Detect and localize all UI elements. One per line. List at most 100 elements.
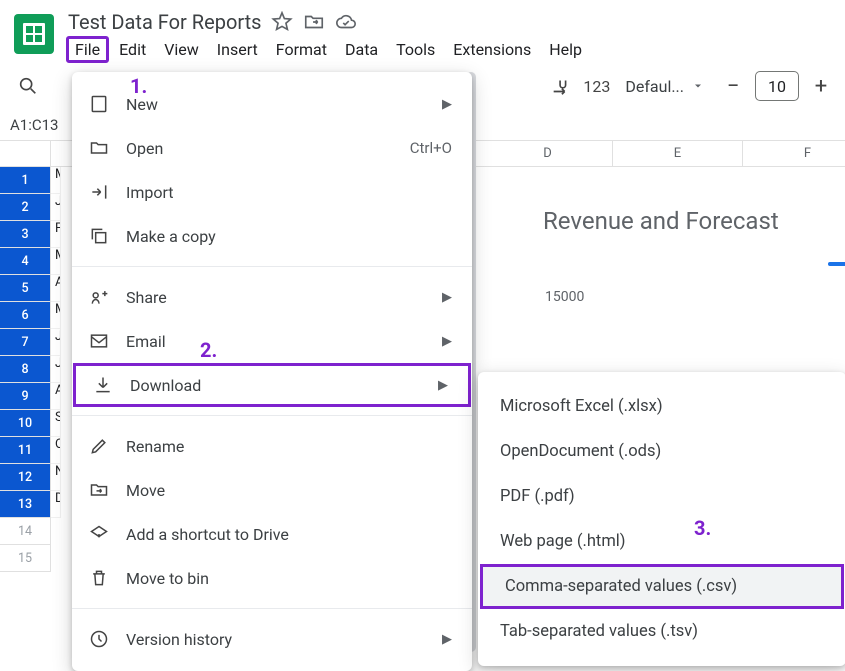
- doc-title[interactable]: Test Data For Reports: [68, 10, 261, 34]
- decrease-decimal-icon[interactable]: [547, 72, 575, 100]
- menu-label: Move to bin: [126, 569, 452, 588]
- row-header[interactable]: 8: [0, 356, 50, 383]
- menu-shortcut: Ctrl+O: [410, 139, 452, 157]
- row-header[interactable]: 4: [0, 248, 50, 275]
- row-header[interactable]: 6: [0, 302, 50, 329]
- row-header[interactable]: 14: [0, 518, 50, 545]
- folder-icon: [88, 137, 110, 159]
- row-header[interactable]: 11: [0, 437, 50, 464]
- submenu-arrow-icon: ▶: [442, 97, 452, 112]
- cell[interactable]: J: [51, 194, 61, 221]
- shortcut-icon: [88, 523, 110, 545]
- menu-extensions[interactable]: Extensions: [445, 36, 539, 63]
- cell[interactable]: N: [51, 464, 61, 491]
- submenu-arrow-icon: ▶: [438, 378, 448, 393]
- menu-label: Rename: [126, 437, 452, 456]
- font-dropdown[interactable]: Defaul...: [618, 72, 711, 101]
- cell[interactable]: J: [51, 356, 61, 383]
- row-header[interactable]: 1: [0, 167, 50, 194]
- download-icon: [92, 374, 114, 396]
- menu-help[interactable]: Help: [541, 36, 590, 63]
- menu-email[interactable]: Email ▶: [72, 319, 472, 363]
- cell[interactable]: M: [51, 167, 61, 194]
- menu-label: Move: [126, 481, 452, 500]
- row-header[interactable]: 3: [0, 221, 50, 248]
- menu-share[interactable]: Share ▶: [72, 275, 472, 319]
- menu-move-to-bin[interactable]: Move to bin: [72, 556, 472, 600]
- submenu-arrow-icon: ▶: [442, 334, 452, 349]
- row-header[interactable]: 7: [0, 329, 50, 356]
- row-header[interactable]: 13: [0, 491, 50, 518]
- cell[interactable]: S: [51, 410, 61, 437]
- menu-version-history[interactable]: Version history ▶: [72, 617, 472, 661]
- move-icon: [88, 479, 110, 501]
- menu-label: Download: [130, 376, 422, 395]
- decrease-size-icon[interactable]: −: [719, 72, 747, 100]
- cell[interactable]: A: [51, 383, 61, 410]
- row-header[interactable]: 2: [0, 194, 50, 221]
- download-tsv[interactable]: Tab-separated values (.tsv): [478, 609, 845, 654]
- col-header[interactable]: F: [743, 141, 845, 166]
- cell[interactable]: M: [51, 248, 61, 275]
- menu-make-copy[interactable]: Make a copy: [72, 214, 472, 258]
- sheets-logo[interactable]: [14, 14, 54, 54]
- row-header[interactable]: 5: [0, 275, 50, 302]
- menubar: File Edit View Insert Format Data Tools …: [60, 34, 590, 67]
- menu-insert[interactable]: Insert: [209, 36, 266, 63]
- menu-format[interactable]: Format: [268, 36, 335, 63]
- row-header[interactable]: 10: [0, 410, 50, 437]
- menu-label: New: [126, 95, 426, 114]
- menu-label: Version history: [126, 630, 426, 649]
- cell[interactable]: F: [51, 221, 61, 248]
- move-folder-icon[interactable]: [303, 11, 325, 33]
- format-number[interactable]: 123: [583, 77, 610, 96]
- download-html[interactable]: Web page (.html): [478, 519, 845, 564]
- download-pdf[interactable]: PDF (.pdf): [478, 474, 845, 519]
- cell[interactable]: M: [51, 302, 61, 329]
- cell[interactable]: D: [51, 491, 61, 518]
- menu-add-shortcut[interactable]: Add a shortcut to Drive: [72, 512, 472, 556]
- chart-y-tick: 15000: [543, 289, 845, 305]
- download-csv[interactable]: Comma-separated values (.csv): [480, 564, 844, 609]
- menu-move[interactable]: Move: [72, 468, 472, 512]
- callout-1: 1.: [130, 74, 147, 98]
- download-xlsx[interactable]: Microsoft Excel (.xlsx): [478, 384, 845, 429]
- new-doc-icon: [88, 93, 110, 115]
- callout-3: 3.: [694, 516, 711, 540]
- cell[interactable]: J: [51, 329, 61, 356]
- select-all[interactable]: [0, 141, 50, 167]
- rename-icon: [88, 435, 110, 457]
- cell[interactable]: A: [51, 275, 61, 302]
- legend-swatch: [828, 262, 845, 266]
- menu-tools[interactable]: Tools: [388, 36, 443, 63]
- history-icon: [88, 628, 110, 650]
- search-icon[interactable]: [14, 72, 42, 100]
- star-icon[interactable]: [271, 11, 293, 33]
- increase-size-icon[interactable]: +: [807, 72, 835, 100]
- menu-import[interactable]: Import: [72, 170, 472, 214]
- row-header[interactable]: 12: [0, 464, 50, 491]
- menu-label: Email: [126, 332, 426, 351]
- chart-title: Revenue and Forecast: [543, 207, 845, 235]
- row-header[interactable]: 9: [0, 383, 50, 410]
- menu-edit[interactable]: Edit: [111, 36, 154, 63]
- copy-icon: [88, 225, 110, 247]
- menu-view[interactable]: View: [156, 36, 207, 63]
- menu-file[interactable]: File: [66, 36, 109, 63]
- menu-open[interactable]: Open Ctrl+O: [72, 126, 472, 170]
- download-ods[interactable]: OpenDocument (.ods): [478, 429, 845, 474]
- submenu-arrow-icon: ▶: [442, 290, 452, 305]
- menu-download[interactable]: Download ▶: [73, 363, 471, 407]
- row-header[interactable]: 15: [0, 545, 50, 572]
- import-icon: [88, 181, 110, 203]
- font-size-input[interactable]: 10: [755, 71, 799, 101]
- download-submenu: Microsoft Excel (.xlsx) OpenDocument (.o…: [478, 372, 845, 666]
- col-header[interactable]: E: [613, 141, 743, 166]
- cell[interactable]: O: [51, 437, 61, 464]
- menu-rename[interactable]: Rename: [72, 424, 472, 468]
- menu-label: Import: [126, 183, 452, 202]
- cloud-saved-icon[interactable]: [335, 11, 357, 33]
- col-header[interactable]: D: [483, 141, 613, 166]
- email-icon: [88, 330, 110, 352]
- menu-data[interactable]: Data: [337, 36, 386, 63]
